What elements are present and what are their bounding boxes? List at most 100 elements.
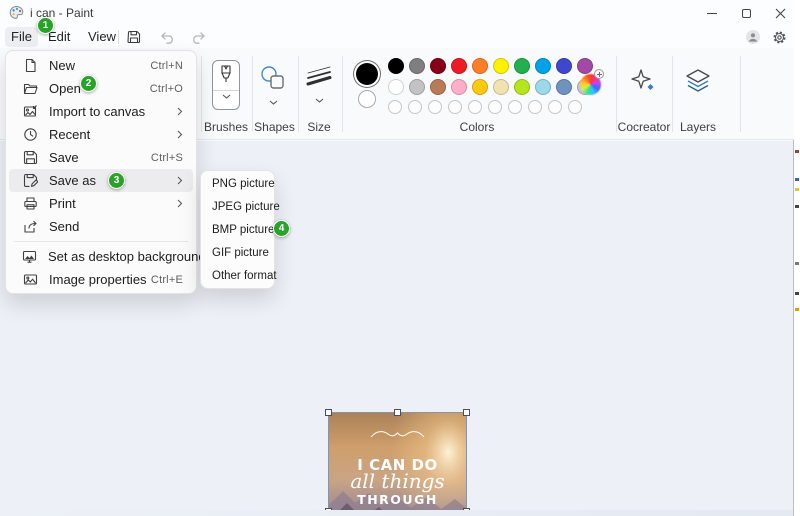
palette-color[interactable]	[493, 79, 509, 95]
pasted-image[interactable]: I CAN DO all things THROUGH CHRIST who S…	[329, 413, 466, 516]
image-selection[interactable]: I CAN DO all things THROUGH CHRIST who S…	[325, 409, 470, 516]
palette-color[interactable]	[535, 79, 551, 95]
menu-item-print[interactable]: Print	[9, 192, 193, 215]
brushes-label: Brushes	[202, 120, 250, 134]
palette-color[interactable]	[451, 58, 467, 74]
toolbar-divider	[298, 56, 299, 132]
palette-color[interactable]	[514, 79, 530, 95]
submenu-item-gif[interactable]: GIF picture	[203, 242, 272, 265]
submenu-item-other[interactable]: Other format	[203, 265, 272, 288]
minimize-icon	[707, 13, 717, 14]
menu-item-save-as[interactable]: Save as	[9, 169, 193, 192]
size-icon	[306, 64, 332, 90]
poster-line-3: THROUGH	[357, 492, 438, 507]
account-icon	[745, 29, 761, 45]
submenu-chevron-icon	[177, 176, 183, 185]
palette-color[interactable]	[577, 58, 593, 74]
palette-color[interactable]	[388, 58, 404, 74]
step-badge-1: 1	[37, 17, 54, 34]
layers-button[interactable]	[684, 68, 712, 94]
palette-color[interactable]	[556, 79, 572, 95]
submenu-chevron-icon	[177, 199, 183, 208]
submenu-item-png[interactable]: PNG picture	[203, 173, 272, 196]
palette-empty-slot[interactable]	[448, 100, 462, 114]
size-button[interactable]	[306, 64, 332, 103]
titlebar: i can - Paint	[0, 0, 794, 26]
menu-item-open[interactable]: Open Ctrl+O	[9, 77, 193, 100]
menu-item-save[interactable]: Save Ctrl+S	[9, 146, 193, 169]
palette-empty-slot[interactable]	[388, 100, 402, 114]
cocreator-button[interactable]	[630, 68, 658, 94]
palette-color[interactable]	[388, 79, 404, 95]
palette-color[interactable]	[430, 79, 446, 95]
size-label: Size	[303, 120, 335, 134]
import-image-icon	[22, 104, 38, 119]
palette-empty-slot[interactable]	[528, 100, 542, 114]
chevron-down-icon	[222, 91, 231, 99]
minimize-button[interactable]	[695, 0, 729, 26]
settings-button[interactable]	[768, 27, 790, 47]
palette-color[interactable]	[535, 58, 551, 74]
shapes-button[interactable]	[258, 64, 288, 105]
menu-item-image-properties[interactable]: Image properties Ctrl+E	[9, 268, 193, 291]
gear-icon	[772, 30, 787, 45]
toolbar-divider	[672, 56, 673, 132]
palette-color[interactable]	[493, 58, 509, 74]
menu-item-set-as-desktop-background[interactable]: Set as desktop background	[9, 245, 193, 268]
palette-color[interactable]	[430, 58, 446, 74]
background-color-swatch[interactable]	[358, 90, 376, 108]
redo-button[interactable]	[187, 27, 209, 47]
menu-view[interactable]: View	[82, 27, 122, 47]
palette-empty-slot[interactable]	[428, 100, 442, 114]
menu-item-recent[interactable]: Recent	[9, 123, 193, 146]
menu-item-import-to-canvas[interactable]: Import to canvas	[9, 100, 193, 123]
colors-label: Colors	[452, 120, 502, 134]
background-window-sliver	[794, 0, 800, 516]
shortcut: Ctrl+E	[151, 274, 183, 286]
save-icon	[127, 30, 141, 44]
shortcut: Ctrl+S	[151, 152, 183, 164]
maximize-button[interactable]	[729, 0, 763, 26]
submenu-item-jpeg[interactable]: JPEG picture	[203, 196, 272, 219]
shortcut: Ctrl+O	[150, 83, 183, 95]
palette-empty-slot[interactable]	[468, 100, 482, 114]
clock-icon	[22, 127, 38, 142]
poster-line-2: all things	[350, 469, 444, 493]
close-icon	[775, 8, 786, 19]
resize-handle-ne[interactable]	[463, 409, 470, 416]
submenu-chevron-icon	[177, 130, 183, 139]
account-button[interactable]	[742, 27, 764, 47]
palette-color[interactable]	[472, 58, 488, 74]
brush-icon	[218, 64, 234, 88]
palette-color[interactable]	[451, 79, 467, 95]
file-menu-dropdown: New Ctrl+N Open Ctrl+O Import to canvas …	[5, 50, 197, 294]
quick-save-button[interactable]	[123, 27, 145, 47]
toolbar-divider	[342, 56, 343, 132]
palette-empty-slot[interactable]	[488, 100, 502, 114]
canvas-edge-shadow	[0, 510, 793, 516]
resize-handle-n[interactable]	[394, 409, 401, 416]
resize-handle-nw[interactable]	[325, 409, 332, 416]
palette-empty-slot[interactable]	[508, 100, 522, 114]
palette-color[interactable]	[472, 79, 488, 95]
menu-item-send[interactable]: Send	[9, 215, 193, 238]
redo-icon	[190, 31, 206, 44]
palette-empty-slot[interactable]	[548, 100, 562, 114]
close-button[interactable]	[763, 0, 797, 26]
undo-button[interactable]	[157, 27, 179, 47]
palette-color[interactable]	[514, 58, 530, 74]
menu-item-new[interactable]: New Ctrl+N	[9, 54, 193, 77]
save-as-submenu: PNG picture JPEG picture BMP picture GIF…	[200, 170, 275, 289]
palette-empty-slot[interactable]	[408, 100, 422, 114]
brushes-button[interactable]	[212, 60, 240, 110]
menu-file[interactable]: File	[5, 27, 38, 47]
new-document-icon	[22, 58, 38, 73]
foreground-color-swatch[interactable]	[356, 63, 378, 85]
paint-app-icon	[9, 5, 24, 20]
shapes-icon	[258, 64, 288, 92]
palette-color[interactable]	[409, 79, 425, 95]
palette-color[interactable]	[556, 58, 572, 74]
palette-color[interactable]	[409, 58, 425, 74]
submenu-item-bmp[interactable]: BMP picture	[203, 219, 272, 242]
palette-empty-slot[interactable]	[568, 100, 582, 114]
